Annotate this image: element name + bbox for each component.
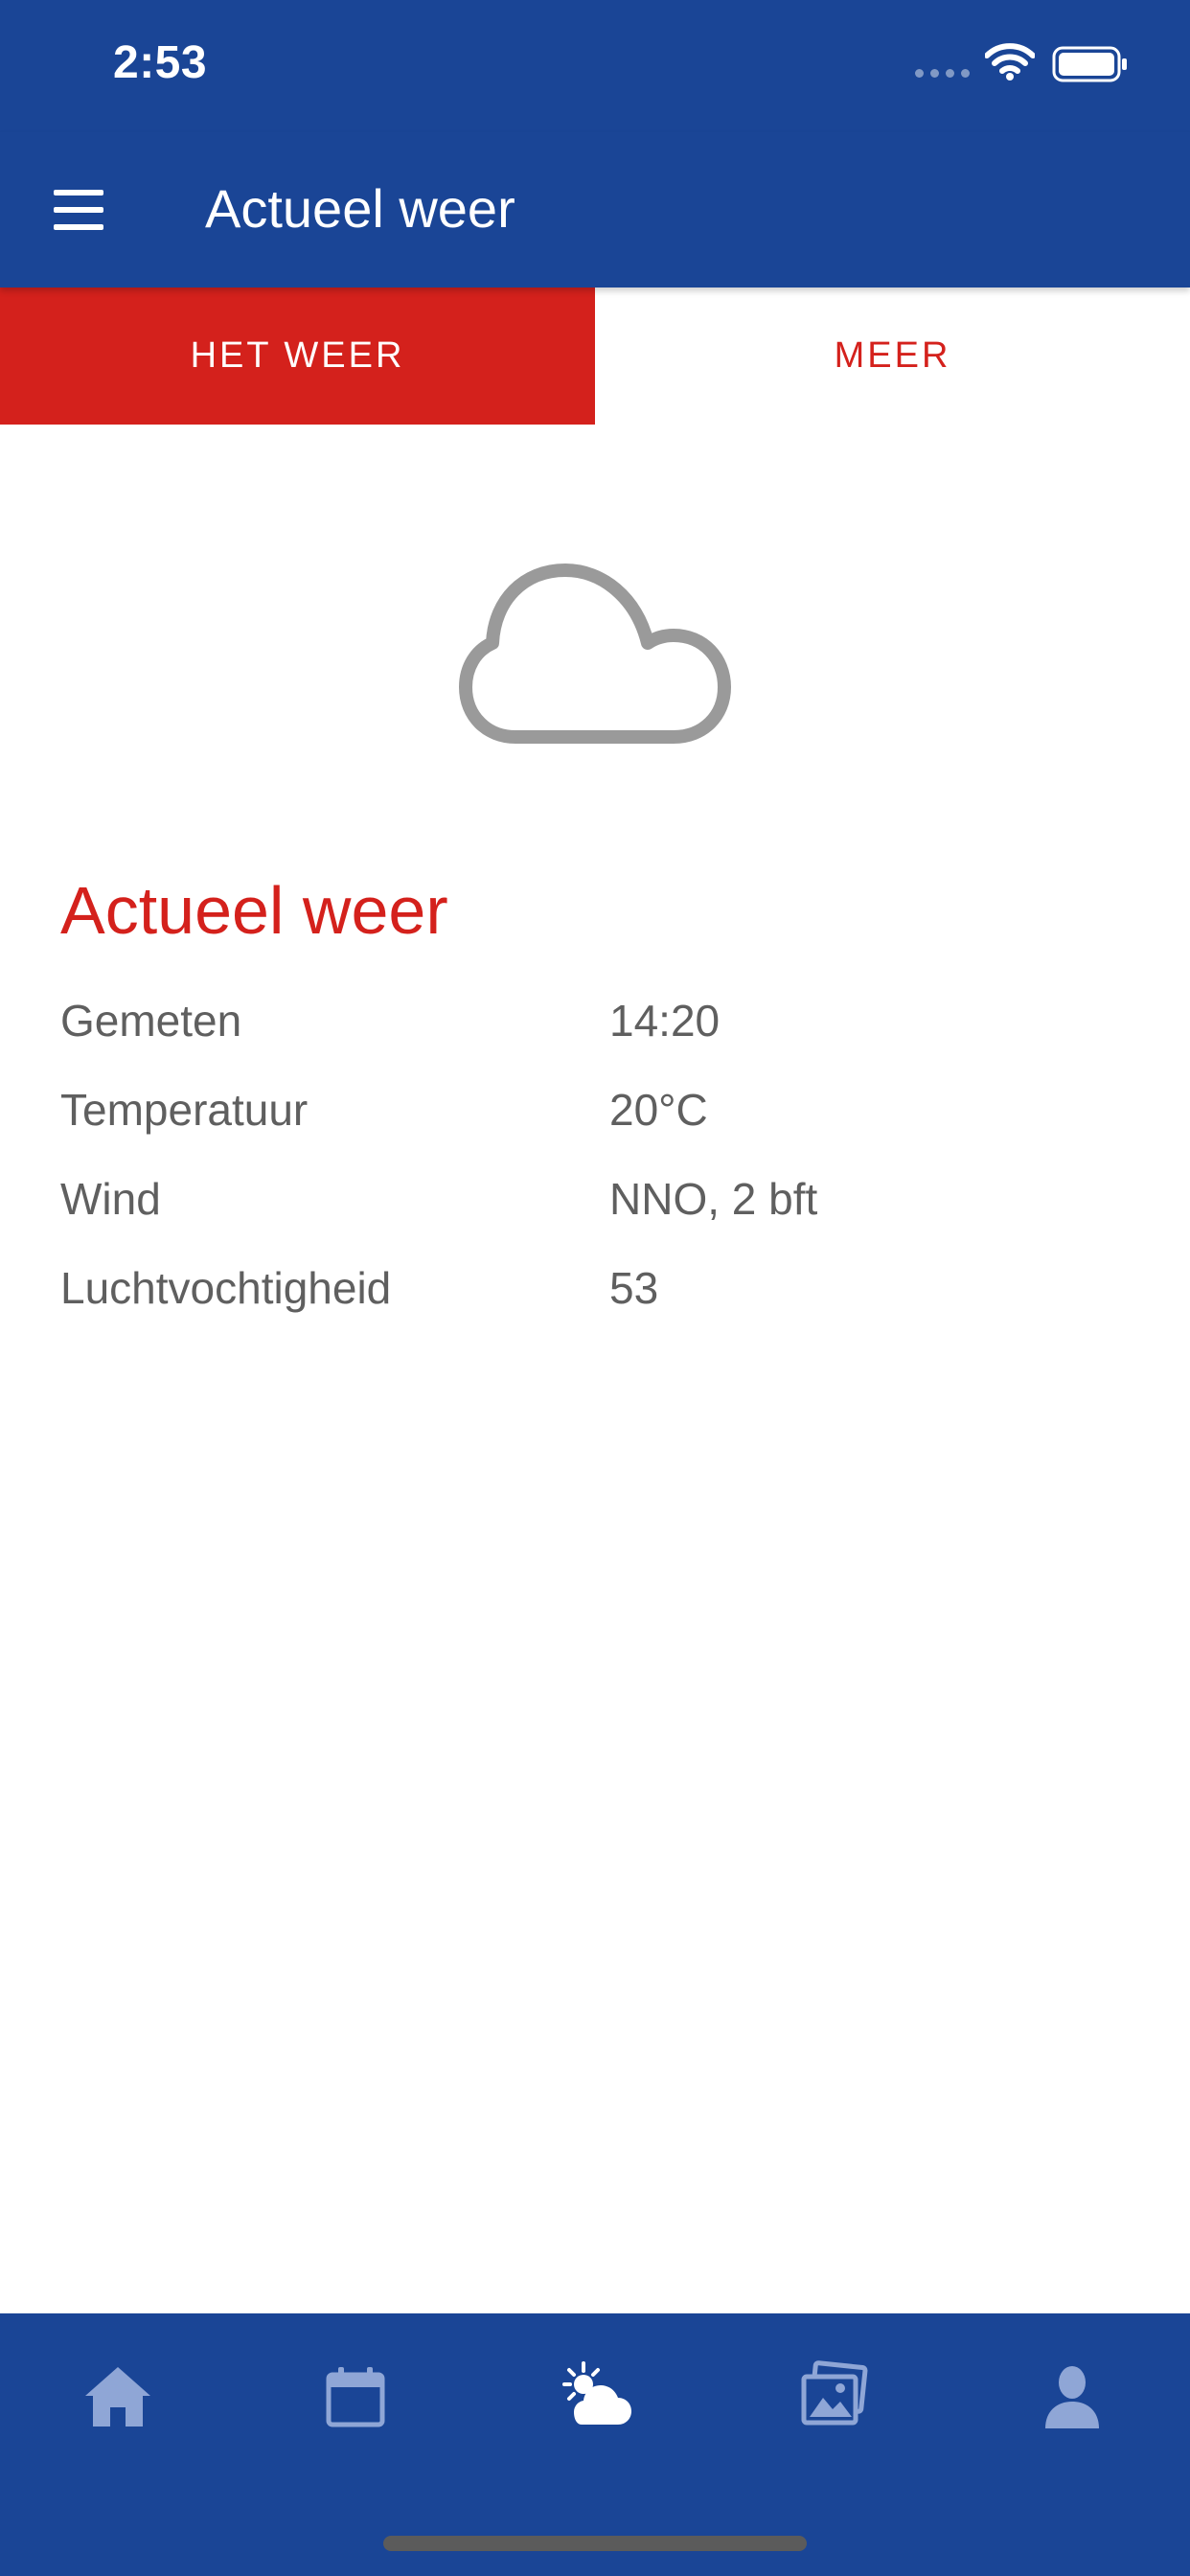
calendar-icon[interactable] [317, 2358, 394, 2434]
weather-icon[interactable] [557, 2358, 633, 2434]
status-bar: 2:53 [0, 0, 1190, 132]
detail-row-wind: Wind NNO, 2 bft [60, 1173, 1133, 1262]
detail-label: Luchtvochtigheid [60, 1263, 392, 1313]
detail-value: 20°C [609, 1085, 708, 1135]
tab-het-weer[interactable]: HET WEER [0, 288, 595, 425]
detail-row-luchtvochtigheid: Luchtvochtigheid 53 [60, 1262, 1133, 1351]
weather-details: Gemeten 14:20 Temperatuur 20°C Wind NNO,… [60, 995, 1133, 1351]
home-indicator[interactable] [383, 2536, 807, 2551]
detail-value: NNO, 2 bft [609, 1174, 818, 1224]
profile-icon[interactable] [1034, 2358, 1110, 2434]
home-icon[interactable] [80, 2358, 156, 2434]
app-bar: Actueel weer [0, 132, 1190, 288]
detail-label: Gemeten [60, 996, 242, 1046]
detail-label: Temperatuur [60, 1085, 309, 1135]
detail-value: 14:20 [609, 996, 721, 1046]
photos-icon[interactable] [796, 2358, 873, 2434]
tab-meer[interactable]: MEER [595, 288, 1190, 425]
detail-value: 53 [609, 1263, 659, 1313]
status-time: 2:53 [113, 37, 208, 88]
wifi-icon [985, 43, 1035, 80]
detail-row-gemeten: Gemeten 14:20 [60, 995, 1133, 1084]
detail-label: Wind [60, 1174, 161, 1224]
detail-row-temperatuur: Temperatuur 20°C [60, 1084, 1133, 1173]
page-title: Actueel weer [205, 178, 515, 239]
hamburger-menu-icon[interactable] [50, 188, 107, 232]
cellular-signal-icon [915, 69, 970, 78]
section-title: Actueel weer [60, 873, 448, 948]
tab-strip: HET WEER MEER [0, 288, 1190, 425]
cloud-icon [459, 564, 731, 744]
battery-icon [1052, 46, 1127, 82]
